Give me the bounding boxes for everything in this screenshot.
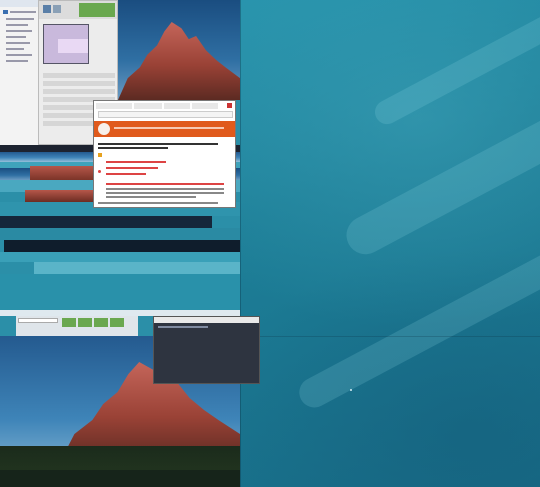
folder-icon[interactable] bbox=[3, 10, 8, 14]
rock-fragment bbox=[30, 166, 100, 180]
file-list-placeholder bbox=[6, 42, 30, 44]
file-list-placeholder bbox=[6, 48, 24, 50]
file-manager-window[interactable] bbox=[0, 0, 41, 145]
settings-icon[interactable] bbox=[53, 5, 61, 13]
browser-tab[interactable] bbox=[192, 103, 218, 109]
file-list-placeholder bbox=[6, 60, 28, 62]
terminal-window[interactable] bbox=[153, 316, 260, 384]
link[interactable] bbox=[106, 173, 146, 175]
file-list-placeholder bbox=[6, 24, 28, 26]
browser-window[interactable] bbox=[93, 100, 236, 208]
address-bar[interactable] bbox=[98, 111, 233, 118]
strip-thumb[interactable] bbox=[78, 318, 92, 327]
file-list-placeholder bbox=[6, 30, 32, 32]
link[interactable] bbox=[106, 183, 224, 185]
settings-row[interactable] bbox=[43, 89, 115, 94]
text-line bbox=[106, 196, 196, 198]
strip-thumb[interactable] bbox=[62, 318, 76, 327]
settings-row[interactable] bbox=[43, 81, 115, 86]
file-list-placeholder bbox=[6, 18, 34, 20]
link[interactable] bbox=[106, 167, 158, 169]
link[interactable] bbox=[106, 161, 166, 163]
page-heading bbox=[98, 143, 218, 145]
text-line bbox=[98, 202, 218, 204]
glitch-band bbox=[0, 228, 240, 240]
glitch-band bbox=[0, 274, 240, 310]
settings-row[interactable] bbox=[43, 73, 115, 78]
glitch-band bbox=[0, 252, 240, 262]
cursor-icon bbox=[350, 389, 352, 391]
strip-thumb[interactable] bbox=[94, 318, 108, 327]
text-line bbox=[106, 192, 224, 194]
text-line bbox=[106, 188, 224, 190]
bullet bbox=[98, 170, 101, 173]
file-list-placeholder bbox=[10, 11, 36, 13]
page-heading bbox=[98, 147, 168, 149]
glitch-band bbox=[0, 216, 212, 228]
warning-icon bbox=[98, 153, 102, 157]
file-list-placeholder bbox=[6, 54, 32, 56]
site-logo[interactable] bbox=[98, 123, 110, 135]
strip-bar bbox=[18, 318, 58, 323]
browser-tab[interactable] bbox=[96, 103, 132, 109]
glitched-screen bbox=[0, 0, 240, 487]
browser-tab[interactable] bbox=[164, 103, 190, 109]
monitor-divider bbox=[240, 336, 540, 337]
file-list-placeholder bbox=[6, 36, 26, 38]
file-manager-title bbox=[0, 0, 40, 7]
glitch-band bbox=[4, 240, 240, 252]
display-preview[interactable] bbox=[43, 24, 89, 64]
ground bbox=[0, 470, 240, 487]
strip-thumb[interactable] bbox=[110, 318, 124, 327]
terminal-titlebar[interactable] bbox=[154, 317, 259, 323]
terminal-text bbox=[158, 326, 208, 328]
settings-strip[interactable] bbox=[16, 316, 138, 336]
monitor-preview[interactable] bbox=[58, 39, 88, 53]
rock-fragment bbox=[25, 190, 95, 202]
settings-tab-green[interactable] bbox=[79, 3, 115, 17]
monitor-divider bbox=[240, 0, 241, 487]
settings-icon[interactable] bbox=[43, 5, 51, 13]
close-icon[interactable] bbox=[227, 103, 232, 108]
site-nav[interactable] bbox=[114, 127, 224, 129]
site-header bbox=[94, 121, 235, 137]
browser-tab[interactable] bbox=[134, 103, 162, 109]
glitch-band bbox=[34, 262, 240, 274]
